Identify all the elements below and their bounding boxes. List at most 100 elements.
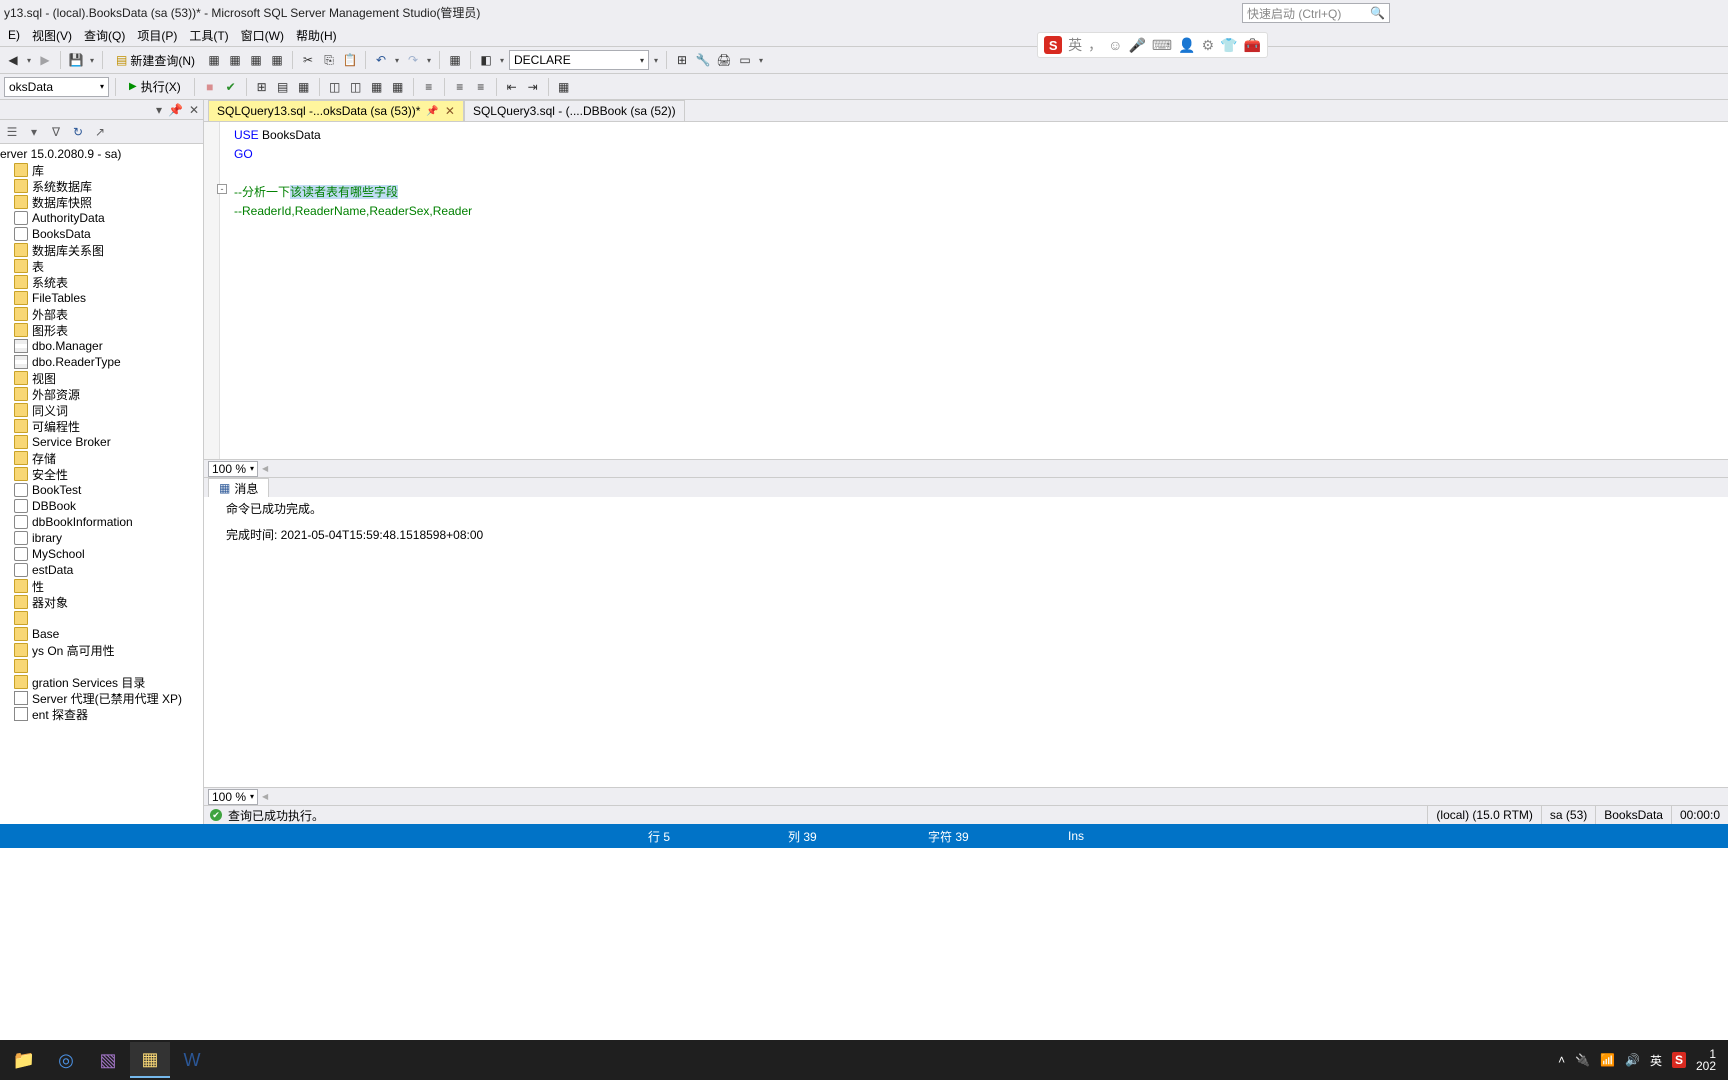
plan3-icon[interactable]: ▦ <box>368 78 386 96</box>
results-file-icon[interactable]: ▦ <box>295 78 313 96</box>
more-icon[interactable]: ↗ <box>92 124 108 140</box>
task-ssms[interactable]: ▦ <box>130 1042 170 1078</box>
new-query-button[interactable]: ▤ 新建查询(N) <box>109 49 202 72</box>
copy-icon[interactable]: ⎘ <box>320 51 338 69</box>
undo-dropdown-icon[interactable]: ▾ <box>393 51 401 69</box>
menu-view[interactable]: 视图(V) <box>26 25 78 46</box>
menu-query[interactable]: 查询(Q) <box>78 25 131 46</box>
paste-icon[interactable]: 📋 <box>341 51 359 69</box>
tree-node[interactable]: dbo.ReaderType <box>0 354 203 370</box>
print-icon[interactable]: 🖨 <box>715 51 733 69</box>
uncomment-icon[interactable]: ≡ <box>472 78 490 96</box>
tree-node[interactable] <box>0 610 203 626</box>
tree-node[interactable]: 数据库快照 <box>0 194 203 210</box>
tree-node[interactable]: dbo.Manager <box>0 338 203 354</box>
forward-icon[interactable]: ▶ <box>36 51 54 69</box>
tab-inactive[interactable]: SQLQuery3.sql - (....DBBook (sa (52)) <box>464 100 685 121</box>
tree-node[interactable]: 系统数据库 <box>0 178 203 194</box>
tree-node[interactable] <box>0 658 203 674</box>
tree-node[interactable]: 可编程性 <box>0 418 203 434</box>
tree-node[interactable]: AuthorityData <box>0 210 203 226</box>
tree-node[interactable]: 外部表 <box>0 306 203 322</box>
toolbox-icon[interactable]: 🧰 <box>1244 37 1261 54</box>
tree-node[interactable]: 系统表 <box>0 274 203 290</box>
tree-node[interactable]: gration Services 目录 <box>0 674 203 690</box>
close-icon[interactable]: ✕ <box>445 104 455 118</box>
box-dropdown-icon[interactable]: ▾ <box>757 51 765 69</box>
ime-lang-label[interactable]: 英 <box>1068 35 1082 55</box>
query-template2-icon[interactable]: ▦ <box>226 51 244 69</box>
plan2-icon[interactable]: ◫ <box>347 78 365 96</box>
indent-icon[interactable]: ≡ <box>420 78 438 96</box>
redo-dropdown-icon[interactable]: ▾ <box>425 51 433 69</box>
tree-node[interactable]: 图形表 <box>0 322 203 338</box>
results-grid-icon[interactable]: ⊞ <box>253 78 271 96</box>
tray-network-icon[interactable]: 📶 <box>1600 1053 1615 1067</box>
plan4-icon[interactable]: ▦ <box>389 78 407 96</box>
tree-server-node[interactable]: erver 15.0.2080.9 - sa) <box>0 146 203 162</box>
comma-icon[interactable]: ， <box>1088 35 1102 55</box>
tree-node[interactable]: Service Broker <box>0 434 203 450</box>
tree-node[interactable]: 库 <box>0 162 203 178</box>
zoom-combo[interactable]: 100 % ▾ <box>208 461 258 477</box>
menu-window[interactable]: 窗口(W) <box>235 25 290 46</box>
database-combo[interactable]: oksData ▾ <box>4 77 109 97</box>
query-template-icon[interactable]: ▦ <box>205 51 223 69</box>
sql-editor[interactable]: - USE BooksData GO --分析一下该读者表有哪些字段 --Rea… <box>204 122 1728 459</box>
results-messages-tab[interactable]: ▦ 消息 <box>208 478 269 498</box>
declare-dropdown-icon[interactable]: ▾ <box>652 51 660 69</box>
tree-node[interactable]: ys On 高可用性 <box>0 642 203 658</box>
tree-node[interactable]: Server 代理(已禁用代理 XP) <box>0 690 203 706</box>
box-icon[interactable]: ▭ <box>736 51 754 69</box>
keyboard-icon[interactable]: ⌨ <box>1152 37 1172 54</box>
check-icon[interactable]: ✔ <box>222 78 240 96</box>
tree-node[interactable]: BookTest <box>0 482 203 498</box>
tree-node[interactable]: 视图 <box>0 370 203 386</box>
tray-up-icon[interactable]: ˄ <box>1558 1053 1565 1067</box>
tree-node[interactable]: 器对象 <box>0 594 203 610</box>
refresh-icon[interactable]: ↻ <box>70 124 86 140</box>
save-icon[interactable]: 💾 <box>67 51 85 69</box>
menu-help[interactable]: 帮助(H) <box>290 25 343 46</box>
query-template4-icon[interactable]: ▦ <box>268 51 286 69</box>
scroll-left-icon[interactable]: ◀ <box>262 464 268 473</box>
execute-button[interactable]: ▶ 执行(X) <box>122 75 188 98</box>
pin-icon[interactable]: 📌 <box>426 106 438 117</box>
back-icon[interactable]: ◀ <box>4 51 22 69</box>
toggle-icon[interactable]: ◧ <box>477 51 495 69</box>
tree-node[interactable]: 安全性 <box>0 466 203 482</box>
cut-icon[interactable]: ✂ <box>299 51 317 69</box>
tray-power-icon[interactable]: 🔌 <box>1575 1053 1590 1067</box>
toggle-dropdown-icon[interactable]: ▾ <box>498 51 506 69</box>
tree-node[interactable]: FileTables <box>0 290 203 306</box>
save-dropdown-icon[interactable]: ▾ <box>88 51 96 69</box>
tray-ime-lang[interactable]: 英 <box>1650 1052 1662 1069</box>
comment-icon[interactable]: ≡ <box>451 78 469 96</box>
declare-combo[interactable]: DECLARE ▾ <box>509 50 649 70</box>
close-icon[interactable]: ✕ <box>189 103 199 117</box>
task-file-explorer[interactable]: 📁 <box>4 1042 44 1078</box>
sogou-icon[interactable]: S <box>1044 36 1062 54</box>
disconnect-icon[interactable]: ▾ <box>26 124 42 140</box>
grid-icon[interactable]: ▦ <box>446 51 464 69</box>
menu-tools[interactable]: 工具(T) <box>183 25 234 46</box>
tree-node[interactable]: Base <box>0 626 203 642</box>
tree-node[interactable]: ibrary <box>0 530 203 546</box>
person-icon[interactable]: 👤 <box>1178 37 1195 54</box>
collapse-icon[interactable]: - <box>217 184 227 194</box>
tree-node[interactable]: 数据库关系图 <box>0 242 203 258</box>
plan-icon[interactable]: ◫ <box>326 78 344 96</box>
results-text-icon[interactable]: ▤ <box>274 78 292 96</box>
filter-icon[interactable]: ∇ <box>48 124 64 140</box>
connect-icon[interactable]: ☰ <box>4 124 20 140</box>
query-template3-icon[interactable]: ▦ <box>247 51 265 69</box>
tree-node[interactable]: 存储 <box>0 450 203 466</box>
tree-node[interactable]: BooksData <box>0 226 203 242</box>
tree-node[interactable]: DBBook <box>0 498 203 514</box>
gear-icon[interactable]: ⚙ <box>1202 37 1215 54</box>
stop-icon[interactable]: ■ <box>201 78 219 96</box>
quick-launch-input[interactable]: 快速启动 (Ctrl+Q) 🔍 <box>1242 3 1390 23</box>
scroll-left-icon[interactable]: ◀ <box>262 792 268 801</box>
skin-icon[interactable]: 👕 <box>1220 37 1237 54</box>
tree-node[interactable]: 性 <box>0 578 203 594</box>
